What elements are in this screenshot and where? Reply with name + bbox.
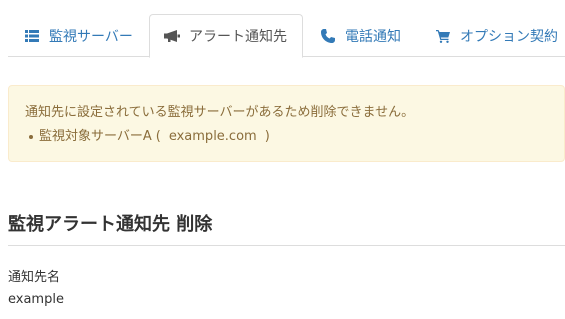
page-title: 監視アラート通知先 削除 [8,214,213,235]
cart-icon [435,28,451,44]
tab-option-contract[interactable]: オプション契約 [435,14,558,57]
alert-close-paren: ) [264,129,270,144]
bullet-icon [29,135,33,139]
field-value: example [8,292,64,307]
warning-alert: 通知先に設定されている監視サーバーがあるため削除できません。 監視対象サーバーA… [8,85,565,162]
alert-open-paren: ( [155,129,161,144]
list-icon [24,28,40,44]
divider [8,245,565,246]
tab-alert-destinations[interactable]: アラート通知先 [149,14,303,58]
field-label: 通知先名 [8,270,61,285]
alert-message: 通知先に設定されている監視サーバーがあるため削除できません。 [25,105,415,120]
nav-tabs: 監視サーバー アラート通知先 電話通知 オプション契約 [8,14,565,58]
phone-icon [320,28,336,44]
tab-label: 監視サーバー [49,28,133,45]
tab-label: 電話通知 [345,28,401,45]
alert-server-name: 監視対象サーバーA [39,129,152,144]
tab-monitoring-servers[interactable]: 監視サーバー [24,14,133,57]
tab-label: オプション契約 [460,28,558,45]
megaphone-icon [164,28,180,44]
alert-server-item: 監視対象サーバーA ( example.com ) [25,125,548,149]
alert-server-domain: example.com [168,129,257,144]
tab-label: アラート通知先 [189,29,287,45]
tab-phone-notification[interactable]: 電話通知 [320,14,401,57]
